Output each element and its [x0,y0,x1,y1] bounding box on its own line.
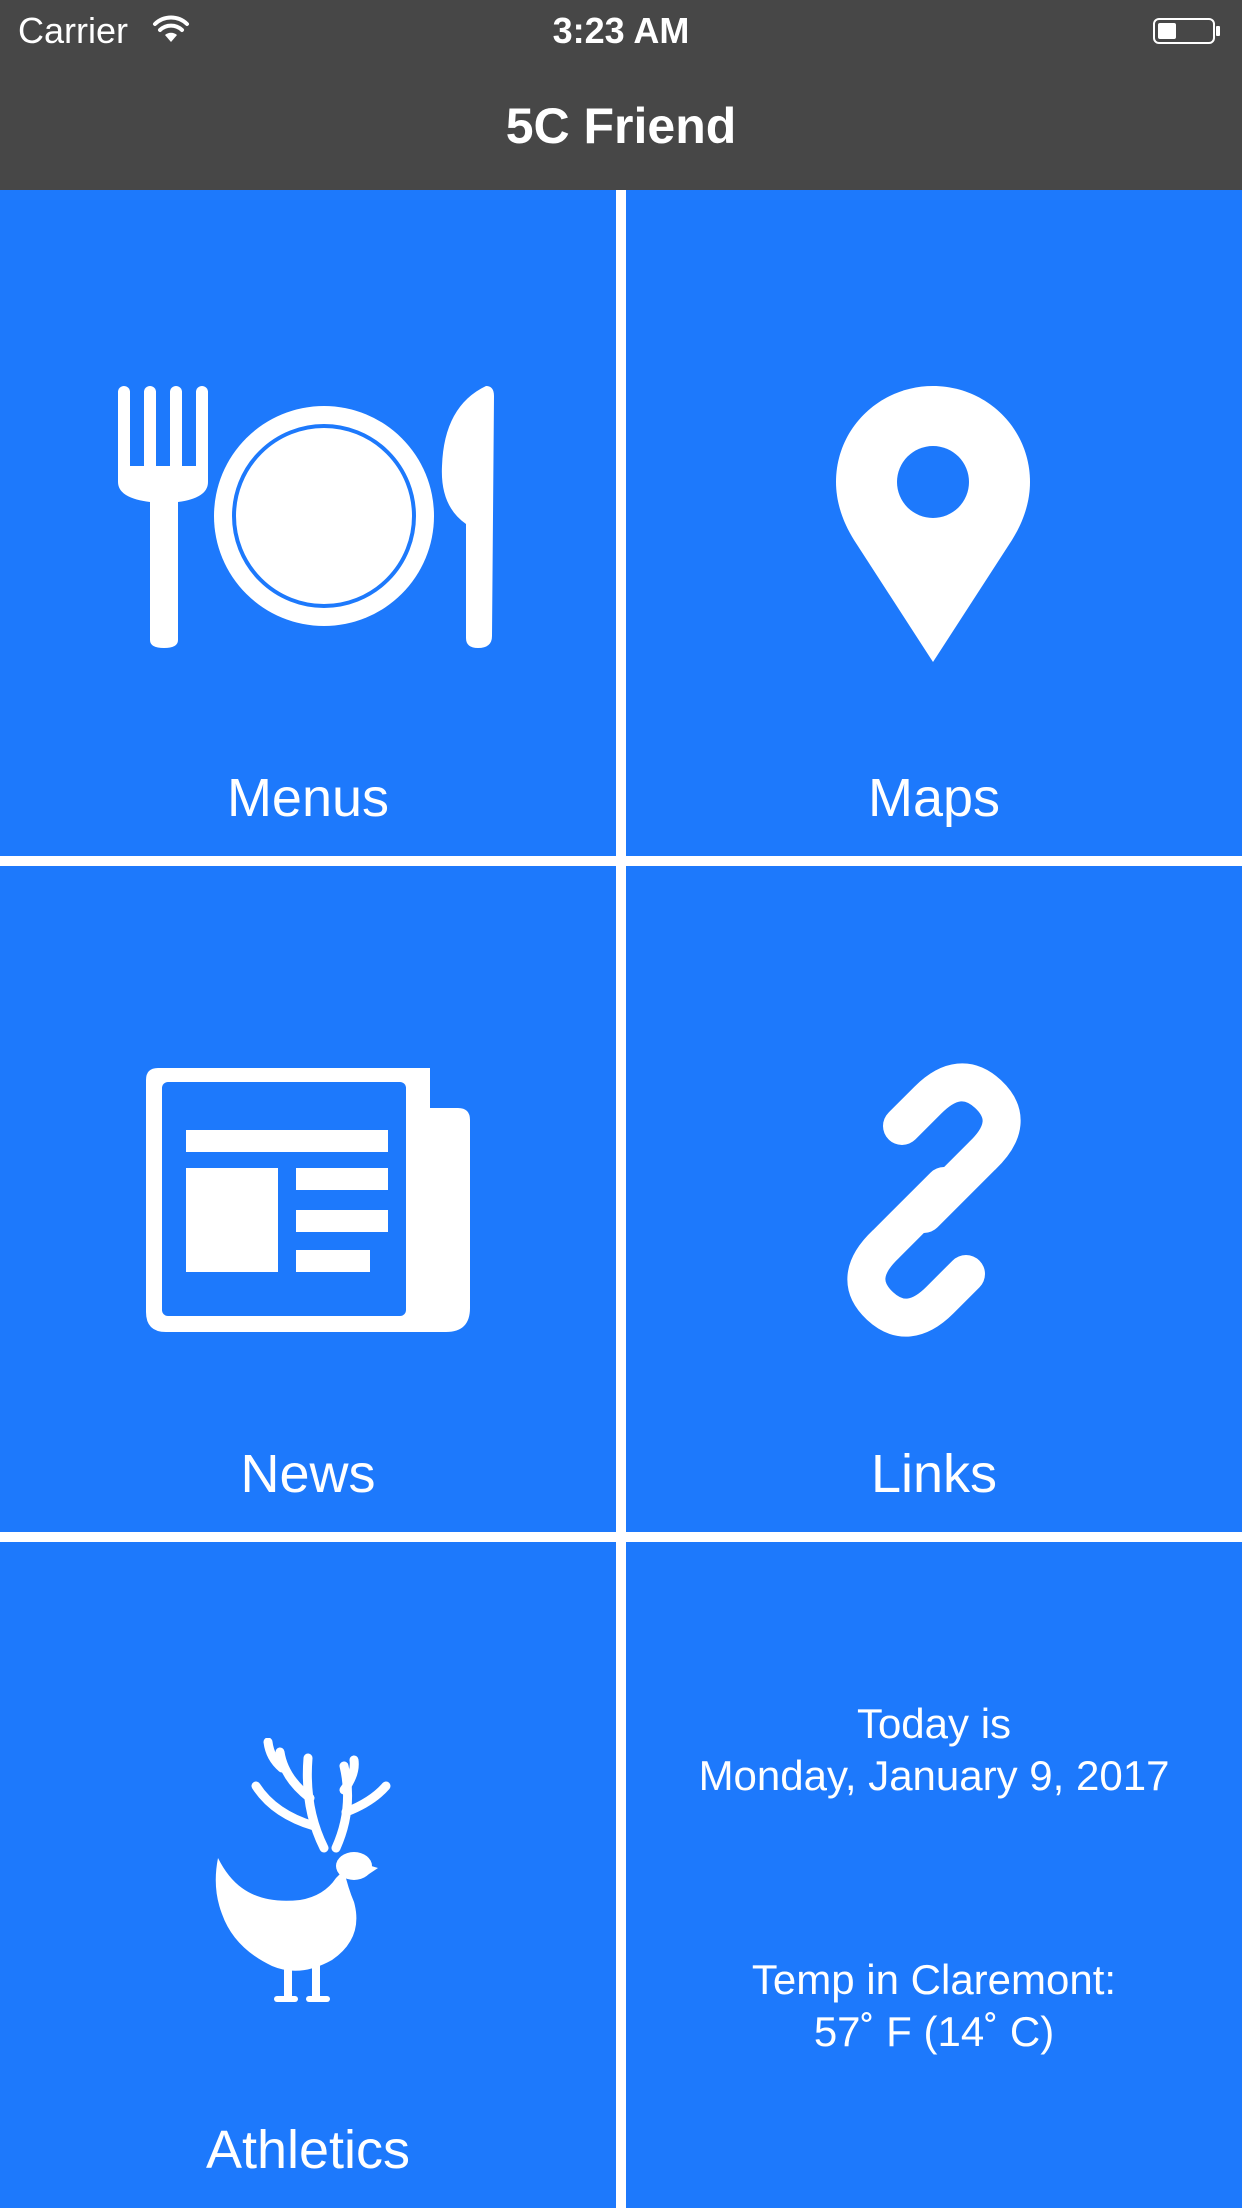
map-pin-icon [836,386,1030,662]
dining-plate-icon [118,386,494,648]
current-date: Monday, January 9, 2017 [698,1752,1170,1799]
tile-label-menus: Menus [226,768,390,828]
temp-label: Temp in Claremont: [751,1956,1117,2003]
tile-label-athletics: Athletics [205,2120,411,2180]
tile-links[interactable]: Links [626,866,1242,1532]
tile-label-maps: Maps [867,768,1001,828]
newspaper-icon [146,1068,470,1332]
tile-maps[interactable]: Maps [626,190,1242,856]
tile-menus[interactable]: Menus [0,190,616,856]
tile-athletics[interactable]: Athletics [0,1542,616,2208]
chain-link-icon [847,1063,1021,1337]
status-bar: Carrier 3:23 AM [0,0,1242,62]
navigation-bar: 5C Friend [0,62,1242,190]
status-time: 3:23 AM [552,10,690,51]
temp-value: 57˚ F (14˚ C) [813,2008,1055,2055]
battery-icon [1153,18,1220,44]
today-label: Today is [856,1700,1012,1747]
tile-news[interactable]: News [0,866,616,1532]
stag-hen-mascot-icon [215,1738,391,2002]
tile-label-links: Links [870,1444,998,1504]
page-title: 5C Friend [505,98,737,154]
info-panel: Today is Monday, January 9, 2017 Temp in… [626,1542,1242,2208]
tile-label-news: News [240,1444,376,1504]
